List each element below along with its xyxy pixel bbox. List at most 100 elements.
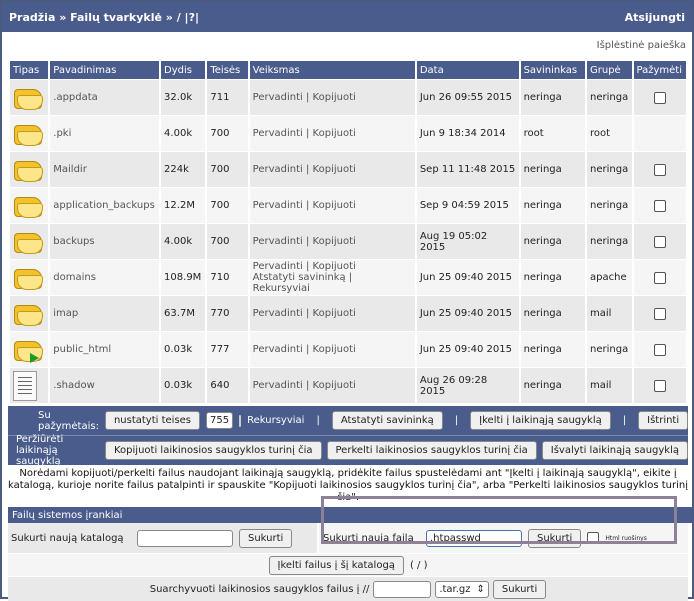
permissions-cell[interactable]: 700 xyxy=(207,116,248,151)
select-checkbox[interactable] xyxy=(653,271,666,284)
actions-cell: Pervadinti | Kopijuoti xyxy=(249,368,415,403)
archive-format-select[interactable]: .tar.gz ⇕ xyxy=(435,580,489,598)
type-cell[interactable] xyxy=(10,152,49,187)
select-cell xyxy=(633,368,686,403)
rename-link[interactable]: Pervadinti xyxy=(253,92,303,103)
file-name-link[interactable]: backups xyxy=(53,236,94,247)
select-checkbox[interactable] xyxy=(653,343,666,356)
create-archive-button[interactable]: Sukurti xyxy=(492,579,547,599)
file-name-link[interactable]: .shadow xyxy=(53,380,95,391)
file-name-link[interactable]: public_html xyxy=(53,344,111,355)
copy-link[interactable]: Kopijuoti xyxy=(313,261,356,272)
permissions-cell[interactable]: 640 xyxy=(207,368,248,403)
separator: | xyxy=(305,380,310,391)
type-cell[interactable] xyxy=(10,332,49,367)
reset-owner-link[interactable]: Atstatyti savininką xyxy=(253,272,346,283)
select-checkbox[interactable] xyxy=(653,379,666,392)
copy-link[interactable]: Kopijuoti xyxy=(313,128,356,139)
recursive-link[interactable]: Rekursyviai xyxy=(253,283,310,294)
permissions-cell[interactable]: 777 xyxy=(207,332,248,367)
permissions-cell[interactable]: 700 xyxy=(207,152,248,187)
create-folder-button[interactable]: Sukurti xyxy=(239,528,293,548)
rename-link[interactable]: Pervadinti xyxy=(253,200,303,211)
date-cell: Jun 25 09:40 2015 xyxy=(416,296,519,331)
group-cell: neringa xyxy=(587,80,632,115)
col-group[interactable]: Grupė xyxy=(587,61,632,79)
rename-link[interactable]: Pervadinti xyxy=(253,236,303,247)
delete-button[interactable]: Ištrinti xyxy=(638,411,689,430)
select-checkbox[interactable] xyxy=(653,91,666,104)
file-name-link[interactable]: .pki xyxy=(53,128,71,139)
text-file-icon xyxy=(13,370,37,401)
select-checkbox[interactable] xyxy=(653,199,666,212)
copy-link[interactable]: Kopijuoti xyxy=(313,92,356,103)
rename-link[interactable]: Pervadinti xyxy=(253,164,303,175)
select-cell xyxy=(633,80,686,115)
files-table: Tipas Pavadinimas Dydis Teisės Veiksmas … xyxy=(8,60,688,404)
copy-link[interactable]: Kopijuoti xyxy=(313,344,356,355)
date-cell: Sep 11 11:48 2015 xyxy=(416,152,519,187)
size-cell: 108.9M xyxy=(161,260,206,295)
date-cell: Aug 19 05:02 2015 xyxy=(416,224,519,259)
type-cell[interactable] xyxy=(10,116,49,151)
type-cell[interactable] xyxy=(10,260,49,295)
permissions-cell[interactable]: 700 xyxy=(207,188,248,223)
separator: | xyxy=(454,415,459,426)
file-name-link[interactable]: Maildir xyxy=(53,164,87,175)
owner-cell: neringa xyxy=(520,224,586,259)
permissions-cell[interactable]: 710 xyxy=(207,260,248,295)
file-name-link[interactable]: imap xyxy=(53,308,78,319)
permissions-cell[interactable]: 700 xyxy=(207,224,248,259)
rename-link[interactable]: Pervadinti xyxy=(253,128,303,139)
create-file-button[interactable]: Sukurti xyxy=(528,528,582,548)
move-clipboard-here-button[interactable]: Perkelti laikinosios saugyklos turinį či… xyxy=(326,441,537,460)
advanced-search-link[interactable]: Išplėstinė paieška xyxy=(597,40,686,51)
col-name[interactable]: Pavadinimas xyxy=(50,61,160,79)
col-action: Veiksmas xyxy=(249,61,415,79)
clear-clipboard-button[interactable]: Išvalyti laikinąją saugyklą xyxy=(541,441,688,460)
col-owner[interactable]: Savininkas xyxy=(520,61,586,79)
copy-link[interactable]: Kopijuoti xyxy=(313,236,356,247)
select-checkbox[interactable] xyxy=(653,163,666,176)
copy-link[interactable]: Kopijuoti xyxy=(313,380,356,391)
type-cell[interactable] xyxy=(10,368,49,403)
archive-name-input[interactable] xyxy=(373,580,432,598)
type-cell[interactable] xyxy=(10,80,49,115)
create-folder-input[interactable] xyxy=(137,529,233,547)
folder-link-icon xyxy=(13,339,43,363)
file-name-link[interactable]: application_backups xyxy=(53,200,155,211)
file-name-link[interactable]: .appdata xyxy=(53,92,98,103)
col-size[interactable]: Dydis xyxy=(161,61,206,79)
html-template-checkbox[interactable] xyxy=(587,532,600,544)
view-clipboard-link[interactable]: Peržiūrėti laikinąją saugyklą xyxy=(16,434,100,467)
select-checkbox[interactable] xyxy=(653,307,666,320)
file-name-link[interactable]: domains xyxy=(53,272,96,283)
breadcrumb[interactable]: Pradžia » Failų tvarkyklė » / |?| xyxy=(9,11,199,24)
permissions-cell[interactable]: 711 xyxy=(207,80,248,115)
type-cell[interactable] xyxy=(10,188,49,223)
type-cell[interactable] xyxy=(10,224,49,259)
create-file-input[interactable]: .htpasswd xyxy=(426,529,522,547)
copy-link[interactable]: Kopijuoti xyxy=(313,308,356,319)
col-type[interactable]: Tipas xyxy=(10,61,49,79)
reset-owner-button[interactable]: Atstatyti savininką xyxy=(331,411,443,430)
recursive-checkbox[interactable] xyxy=(239,414,242,427)
col-permissions[interactable]: Teisės xyxy=(207,61,248,79)
permissions-input[interactable]: 755 xyxy=(206,412,234,429)
type-cell[interactable] xyxy=(10,296,49,331)
copy-clipboard-here-button[interactable]: Kopijuoti laikinosios saugyklos turinį č… xyxy=(105,441,322,460)
permissions-cell[interactable]: 770 xyxy=(207,296,248,331)
col-date[interactable]: Data xyxy=(416,61,519,79)
rename-link[interactable]: Pervadinti xyxy=(253,380,303,391)
add-to-clipboard-button[interactable]: Įkelti į laikinąją saugyklą xyxy=(470,411,611,430)
rename-link[interactable]: Pervadinti xyxy=(253,308,303,319)
copy-link[interactable]: Kopijuoti xyxy=(313,200,356,211)
rename-link[interactable]: Pervadinti xyxy=(253,344,303,355)
logout-link[interactable]: Atsijungti xyxy=(625,11,685,24)
set-permissions-button[interactable]: nustatyti teises xyxy=(104,411,201,430)
rename-link[interactable]: Pervadinti xyxy=(253,261,303,272)
upload-files-button[interactable]: Įkelti failus į šį katalogą xyxy=(268,555,404,575)
copy-link[interactable]: Kopijuoti xyxy=(313,164,356,175)
select-checkbox[interactable] xyxy=(653,235,666,248)
actions-cell: Pervadinti | Kopijuoti Atstatyti savinink… xyxy=(249,260,415,295)
